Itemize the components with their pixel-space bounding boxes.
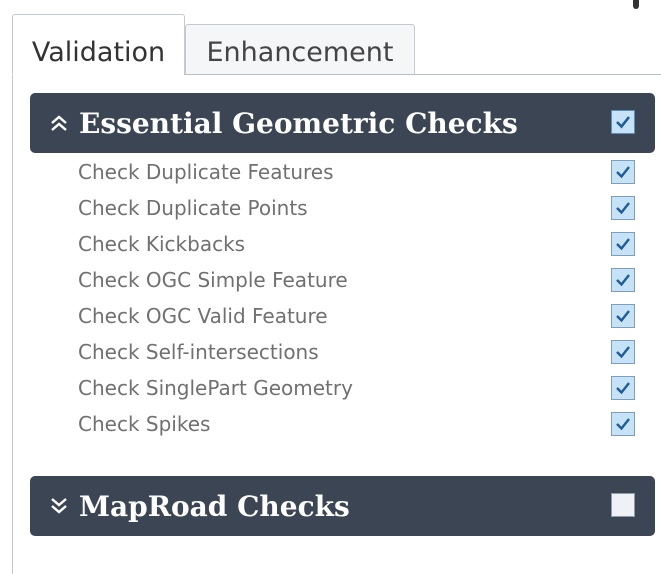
list-item: Check Duplicate Points: [30, 190, 655, 226]
chevron-double-up-icon[interactable]: [45, 114, 73, 132]
group-checkbox-essential-geometric-checks[interactable]: [611, 110, 635, 134]
group-header-essential-geometric-checks[interactable]: Essential Geometric Checks: [30, 93, 655, 153]
checkmark-icon: [616, 202, 630, 215]
item-label: Check OGC Simple Feature: [78, 268, 348, 292]
group-title: MapRoad Checks: [79, 489, 350, 523]
list-item: Check Kickbacks: [30, 226, 655, 262]
item-label: Check Kickbacks: [78, 232, 246, 256]
panel-left-border: [12, 75, 13, 574]
item-checkbox[interactable]: [611, 340, 635, 364]
group-header-maproad-checks[interactable]: MapRoad Checks: [30, 476, 655, 536]
checkmark-icon: [616, 274, 630, 287]
checkmark-icon: [616, 310, 630, 323]
checkmark-icon: [616, 346, 630, 359]
checkmark-icon: [616, 116, 631, 129]
list-item: Check OGC Valid Feature: [30, 298, 655, 334]
item-checkbox[interactable]: [611, 268, 635, 292]
list-item: Check Self-intersections: [30, 334, 655, 370]
item-checkbox[interactable]: [611, 304, 635, 328]
tab-validation-label: Validation: [31, 37, 166, 68]
tab-validation[interactable]: Validation: [12, 14, 185, 75]
item-checkbox[interactable]: [611, 196, 635, 220]
tab-enhancement-label: Enhancement: [206, 36, 394, 68]
list-item: Check Duplicate Features: [30, 154, 655, 190]
item-label: Check Spikes: [78, 412, 211, 436]
checkmark-icon: [616, 166, 630, 179]
group-title: Essential Geometric Checks: [79, 106, 518, 140]
item-checkbox[interactable]: [611, 232, 635, 256]
checkmark-icon: [616, 382, 630, 395]
list-item: Check Spikes: [30, 406, 655, 442]
item-label: Check OGC Valid Feature: [78, 304, 328, 328]
checkmark-icon: [616, 418, 630, 431]
item-label: Check Duplicate Points: [78, 196, 308, 220]
item-checkbox[interactable]: [611, 412, 635, 436]
item-label: Check Duplicate Features: [78, 160, 334, 184]
group-checkbox-maproad-checks[interactable]: [611, 493, 635, 517]
item-label: Check Self-intersections: [78, 340, 319, 364]
item-checkbox[interactable]: [611, 160, 635, 184]
item-label: Check SinglePart Geometry: [78, 376, 353, 400]
tab-bar: Validation Enhancement: [12, 14, 661, 75]
list-item: Check SinglePart Geometry: [30, 370, 655, 406]
list-item: Check OGC Simple Feature: [30, 262, 655, 298]
checkmark-icon: [616, 238, 630, 251]
window-corner-mark: [633, 0, 639, 9]
item-checkbox[interactable]: [611, 376, 635, 400]
chevron-double-down-icon[interactable]: [45, 497, 73, 515]
tab-enhancement[interactable]: Enhancement: [185, 24, 415, 75]
